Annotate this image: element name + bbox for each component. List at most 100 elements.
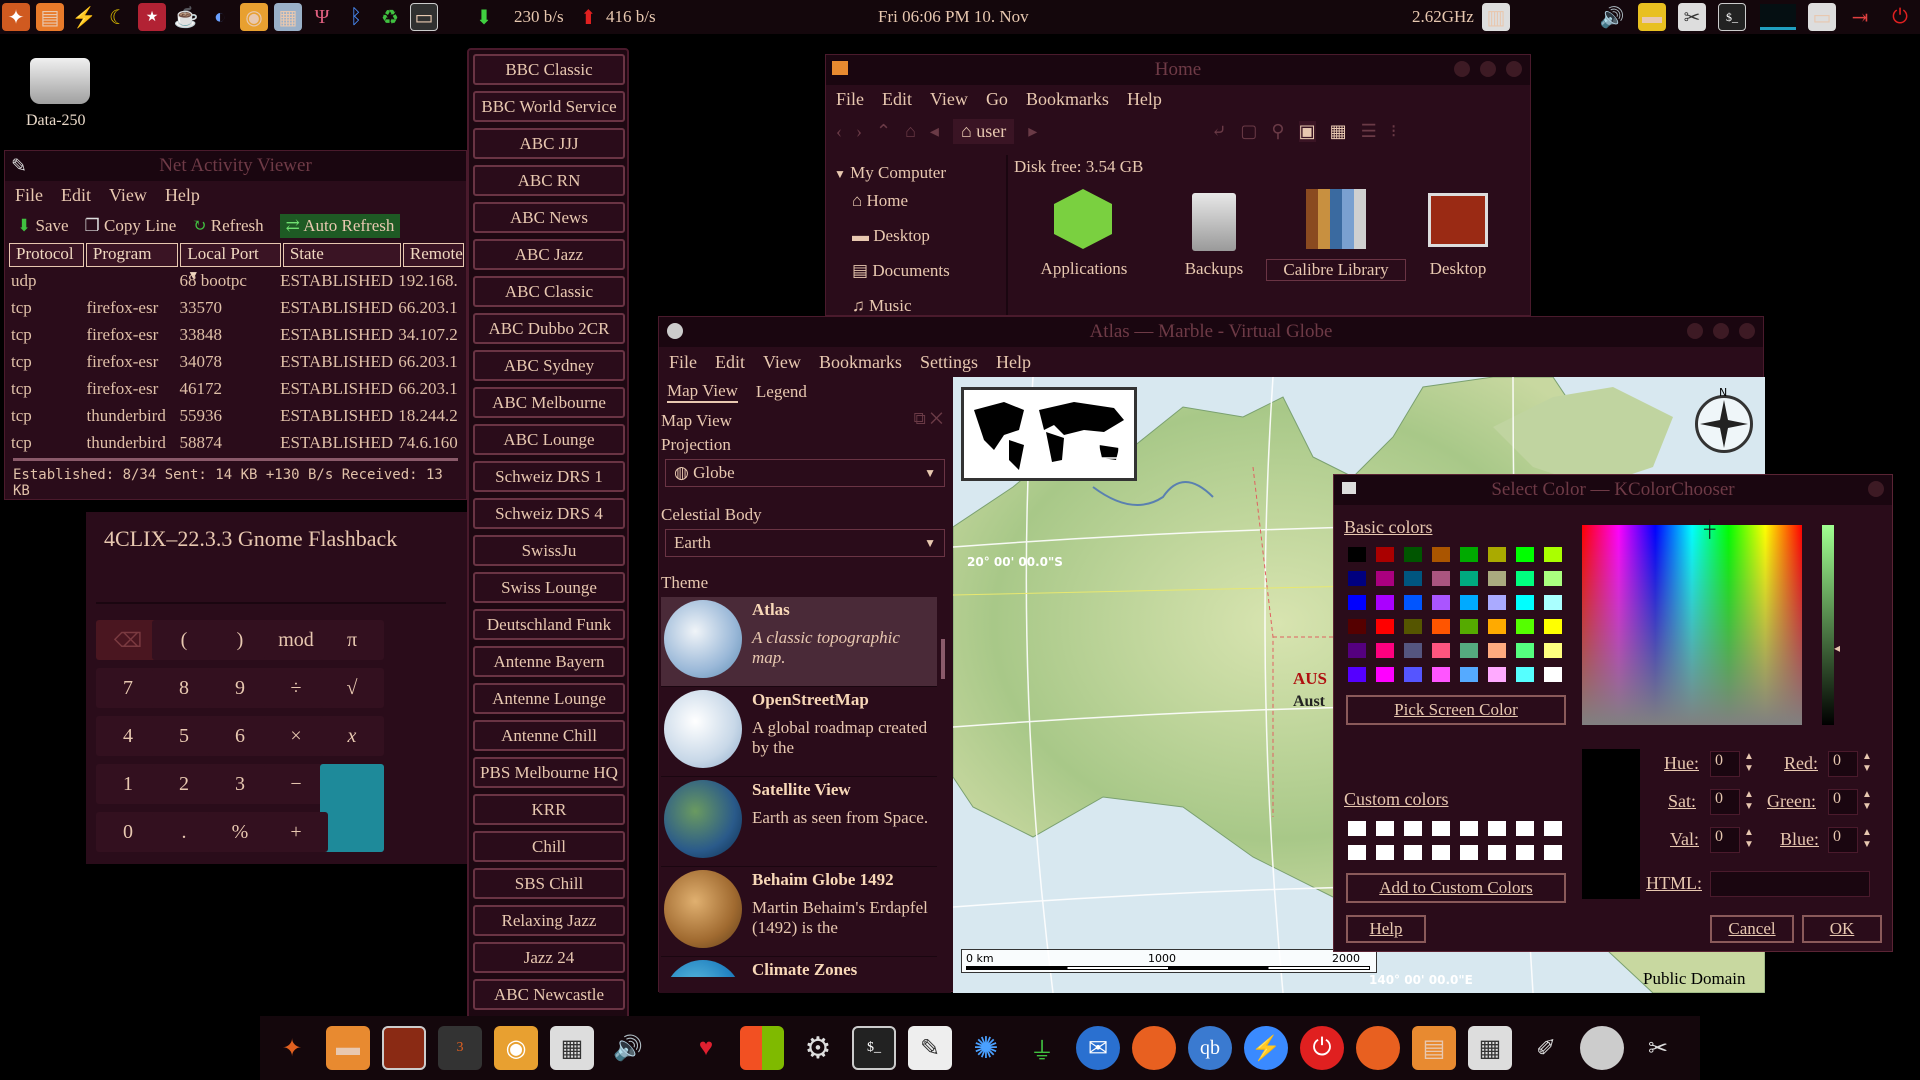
col-protocol[interactable]: Protocol [9, 243, 84, 267]
basic-color-swatch[interactable] [1432, 571, 1450, 586]
table-row[interactable]: tcp firefox-esr 46172 ESTABLISHED 66.203.1 [11, 375, 466, 402]
help-button[interactable]: Help [1346, 915, 1426, 943]
dock-archive-icon[interactable]: ▤ [1412, 1026, 1456, 1070]
search-icon[interactable]: ⚲ [1271, 121, 1284, 142]
marble-titlebar[interactable]: Atlas — Marble - Virtual Globe [659, 317, 1763, 347]
calc-key-divide[interactable]: ÷ [264, 668, 328, 708]
basic-color-swatch[interactable] [1516, 667, 1534, 682]
dock-disk-icon[interactable] [1580, 1026, 1624, 1070]
dock-messenger-icon[interactable]: ⚡ [1244, 1026, 1288, 1070]
calc-key-8[interactable]: 8 [152, 668, 216, 708]
basic-color-swatch[interactable] [1432, 667, 1450, 682]
drive-desktop-icon[interactable] [30, 58, 90, 104]
tab-legend[interactable]: Legend [756, 382, 807, 402]
coffee-icon[interactable]: ☕ [172, 3, 200, 31]
ok-button[interactable]: OK [1802, 915, 1882, 943]
radio-station-button[interactable]: ABC Melbourne [473, 387, 625, 418]
dock-power-icon[interactable]: ⏻ [1300, 1026, 1344, 1070]
hue-spin-arrows-icon[interactable]: ▲ ▼ [1744, 751, 1754, 775]
col-state[interactable]: State [282, 243, 401, 267]
basic-color-swatch[interactable] [1432, 643, 1450, 658]
basic-color-swatch[interactable] [1516, 619, 1534, 634]
custom-color-swatch[interactable] [1348, 845, 1366, 860]
html-input[interactable] [1710, 871, 1870, 897]
basic-color-swatch[interactable] [1460, 547, 1478, 562]
calc-key-percent[interactable]: % [208, 812, 272, 852]
col-local-port[interactable]: Local Port ▼ [180, 243, 281, 282]
dock-qbittorrent-icon[interactable]: qb [1188, 1026, 1232, 1070]
marble-menu-help[interactable]: Help [996, 352, 1031, 373]
celestial-body-select[interactable]: Earth ▼ [665, 529, 945, 557]
basic-color-swatch[interactable] [1376, 571, 1394, 586]
green-spinbox[interactable]: 0 [1828, 789, 1858, 815]
net-menu-edit[interactable]: Edit [61, 185, 91, 206]
dock-calculator-icon[interactable]: ▦ [1468, 1026, 1512, 1070]
radio-station-button[interactable]: Chill [473, 831, 625, 862]
basic-color-swatch[interactable] [1516, 643, 1534, 658]
desktop-folder-icon[interactable] [1428, 193, 1488, 247]
sat-spin-arrows-icon[interactable]: ▲ ▼ [1744, 789, 1754, 813]
hue-spinbox[interactable]: 0 [1710, 751, 1740, 777]
custom-color-swatch[interactable] [1488, 821, 1506, 836]
backups-icon[interactable] [1192, 193, 1236, 251]
dock-thunderbird-icon[interactable]: ✉ [1076, 1026, 1120, 1070]
radio-station-button[interactable]: BBC Classic [473, 54, 625, 85]
bluetooth-icon[interactable]: ᛒ [342, 3, 370, 31]
marble-maximize-button[interactable] [1713, 323, 1729, 339]
custom-color-swatch[interactable] [1376, 845, 1394, 860]
radio-station-button[interactable]: Deutschland Funk [473, 609, 625, 640]
horizontal-scrollbar[interactable] [13, 458, 458, 461]
dock-editor-icon[interactable]: ✎ [908, 1026, 952, 1070]
tab-map-view[interactable]: Map View [667, 381, 738, 403]
net-menu-view[interactable]: View [109, 185, 147, 206]
home-menu-view[interactable]: View [930, 89, 968, 110]
sidebar-divider[interactable] [1006, 155, 1008, 315]
us-flag-icon[interactable]: ★ [138, 3, 166, 31]
basic-color-swatch[interactable] [1432, 595, 1450, 610]
dock-calendar-icon[interactable]: ▦ [550, 1026, 594, 1070]
calc-key-minus[interactable]: − [264, 764, 328, 804]
table-row[interactable]: tcp firefox-esr 34078 ESTABLISHED 66.203.1 [11, 348, 466, 375]
calc-key-plus[interactable]: + [264, 812, 328, 852]
kcolor-titlebar[interactable]: Select Color — KColorChooser [1334, 475, 1892, 505]
table-row[interactable]: tcp firefox-esr 33570 ESTABLISHED 66.203.1 [11, 294, 466, 321]
table-row[interactable]: tcp thunderbird 58874 ESTABLISHED 74.6.160 [11, 429, 466, 456]
basic-color-swatch[interactable] [1460, 643, 1478, 658]
drive-icon[interactable]: ▭ [1808, 3, 1836, 31]
dock-strawberry-icon[interactable]: ♥ [684, 1026, 728, 1070]
col-program[interactable]: Program [85, 243, 179, 267]
dock-windows-icon[interactable] [740, 1026, 784, 1070]
path-right-icon[interactable]: ▸ [1028, 121, 1037, 142]
radio-station-button[interactable]: Schweiz DRS 1 [473, 461, 625, 492]
radio-station-button[interactable]: ABC Newcastle [473, 979, 625, 1010]
basic-color-swatch[interactable] [1544, 667, 1562, 682]
sat-spinbox[interactable]: 0 [1710, 789, 1740, 815]
basic-color-swatch[interactable] [1404, 643, 1422, 658]
calc-key-mod[interactable]: mod [264, 620, 328, 660]
radio-station-button[interactable]: SwissJu [473, 535, 625, 566]
antenna-icon[interactable]: ⚡ [70, 3, 98, 31]
net-titlebar[interactable]: ✎ Net Activity Viewer [5, 151, 466, 181]
home-menu-file[interactable]: File [836, 89, 864, 110]
calc-key-pi[interactable]: π [320, 620, 384, 660]
dock-settings-icon[interactable]: ⚙ [796, 1026, 840, 1070]
radio-station-button[interactable]: ABC News [473, 202, 625, 233]
radio-station-button[interactable]: ABC RN [473, 165, 625, 196]
basic-color-swatch[interactable] [1348, 571, 1366, 586]
trident-icon[interactable]: Ψ [308, 3, 336, 31]
radio-station-button[interactable]: ABC Lounge [473, 424, 625, 455]
dock-tools-icon[interactable]: ✂ [1636, 1026, 1680, 1070]
home-menu-go[interactable]: Go [986, 89, 1008, 110]
custom-color-swatch[interactable] [1348, 821, 1366, 836]
applications-label[interactable]: Applications [1014, 259, 1154, 279]
display-icon[interactable]: ▭ [410, 3, 438, 31]
calc-key-open-paren[interactable]: ( [152, 620, 216, 660]
calc-key-4[interactable]: 4 [96, 716, 160, 756]
close-button[interactable] [1506, 61, 1522, 77]
calc-key-5[interactable]: 5 [152, 716, 216, 756]
rss-icon[interactable]: ◉ [240, 3, 268, 31]
custom-color-swatch[interactable] [1460, 845, 1478, 860]
val-spin-arrows-icon[interactable]: ▲ ▼ [1744, 827, 1754, 851]
basic-color-swatch[interactable] [1544, 595, 1562, 610]
cancel-button[interactable]: Cancel [1710, 915, 1794, 943]
